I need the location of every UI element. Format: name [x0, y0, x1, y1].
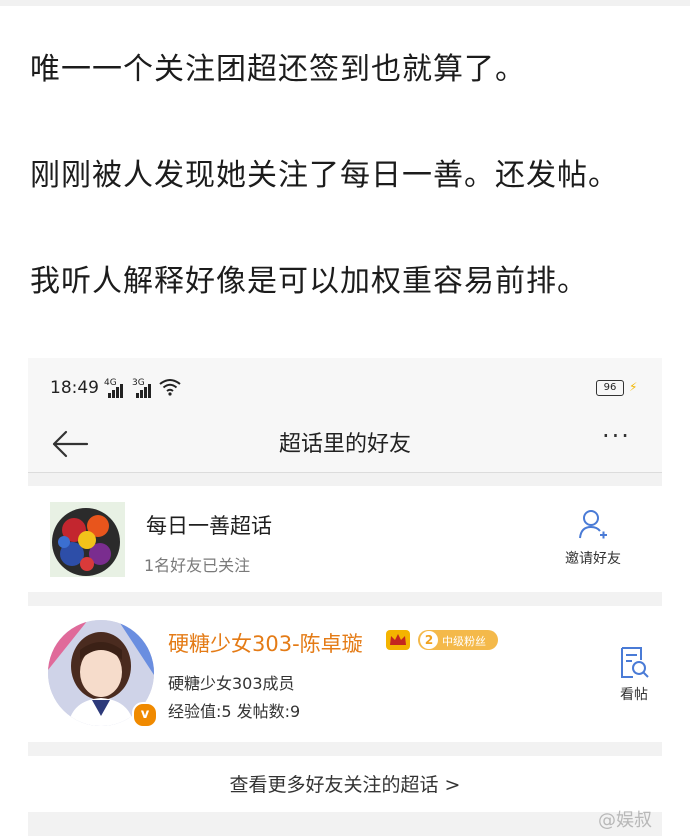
battery-icon: 96 — [596, 380, 624, 396]
topic-card[interactable]: 每日一善超话 1名好友已关注 邀请好友 — [28, 486, 662, 592]
topic-followers: 1名好友已关注 — [144, 556, 251, 575]
post-text-line: 刚刚被人发现她关注了每日一善。还发帖。 — [30, 158, 619, 193]
topic-thumbnail — [50, 502, 125, 577]
friend-stats: 经验值:5 发帖数:9 — [168, 702, 301, 721]
friend-card[interactable]: v 硬糖少女303-陈卓璇 2 中级粉丝 硬糖少女303成员 经验值:5 发帖数… — [28, 606, 662, 742]
status-bar: 18:49 4G 3G 96 ⚡ — [28, 358, 662, 418]
top-divider — [0, 0, 690, 6]
topic-title: 每日一善超话 — [146, 514, 272, 538]
see-more-label: 查看更多好友关注的超话 > — [229, 774, 461, 796]
charging-icon: ⚡ — [629, 380, 638, 394]
friend-name[interactable]: 硬糖少女303-陈卓璇 — [168, 628, 363, 658]
crown-icon — [386, 630, 410, 650]
view-posts-label: 看帖 — [620, 687, 648, 703]
fan-level-number: 2 — [420, 631, 438, 649]
verified-badge: v — [132, 702, 158, 728]
page-title: 超话里的好友 — [278, 432, 411, 457]
more-menu-icon[interactable]: ··· — [602, 422, 631, 450]
fan-level-label: 中级粉丝 — [442, 635, 486, 648]
nav-bar: 超话里的好友 ··· — [28, 418, 662, 473]
friend-role: 硬糖少女303成员 — [168, 674, 295, 693]
screenshot-embed: 18:49 4G 3G 96 ⚡ 超话里的好友 ··· 每日一善超话 1名好友已… — [28, 358, 662, 836]
invite-friends-label: 邀请好友 — [565, 551, 621, 567]
post-text-line: 我听人解释好像是可以加权重容易前排。 — [30, 264, 588, 299]
document-search-icon — [621, 647, 649, 678]
weibo-watermark: @娱叔 — [598, 810, 652, 831]
post-text-line: 唯一一个关注团超还签到也就算了。 — [30, 52, 526, 87]
see-more-link[interactable]: 查看更多好友关注的超话 > — [28, 756, 662, 812]
fan-level-badge: 2 中级粉丝 — [418, 630, 498, 650]
signal-icon — [136, 384, 152, 398]
wifi-icon — [159, 379, 181, 396]
signal-icon — [108, 384, 124, 398]
add-user-icon — [579, 510, 607, 539]
status-time: 18:49 — [50, 378, 99, 398]
